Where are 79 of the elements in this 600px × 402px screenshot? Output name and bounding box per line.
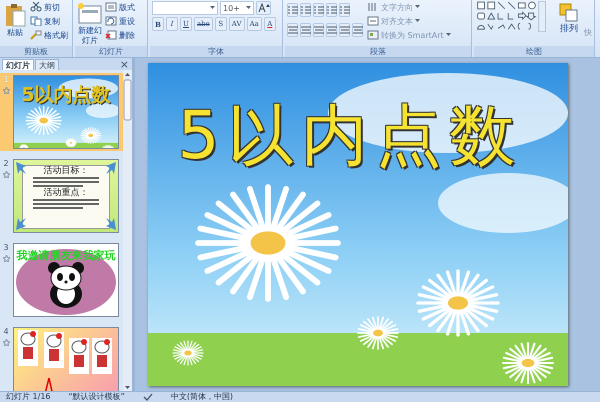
animation-star-icon [2, 87, 10, 94]
group-label: 字体 [150, 46, 282, 57]
cut-button[interactable]: 剪切 [29, 1, 69, 13]
increase-indent-icon [326, 5, 338, 15]
slide-number: 2 [3, 159, 9, 168]
slide-number: 1 [3, 75, 9, 84]
format-painter-button[interactable]: 格式刷 [29, 29, 69, 41]
align-left-button[interactable] [287, 23, 298, 37]
distribute-icon [338, 25, 350, 35]
panel-tab[interactable]: 大纲 [35, 59, 59, 70]
increase-indent-button[interactable] [326, 3, 337, 17]
delete-button[interactable]: 删除 [104, 29, 136, 41]
thumbnail-heading: 活动目标： [44, 166, 88, 176]
shapes-stack-icon [558, 2, 580, 24]
group-label: 幻灯片 [75, 46, 147, 57]
slide-thumbnail-row[interactable]: 4 [0, 325, 123, 391]
layout-icon [105, 2, 117, 12]
copy-button[interactable]: 复制 [29, 15, 69, 27]
paste-button[interactable]: 粘贴 [2, 1, 28, 39]
quick-styles-label: 快 [584, 27, 592, 38]
animation-star-icon [2, 339, 10, 346]
dropdown-arrow-icon [446, 33, 451, 37]
slide-thumbnail-row[interactable]: 2 活动目标： 活动重点： [0, 157, 123, 235]
new-slide-button[interactable]: 新建幻灯片 [77, 1, 103, 46]
font-size-field[interactable]: 10+ [220, 1, 254, 15]
align-text-icon [367, 16, 379, 26]
line-spacing-icon [338, 5, 350, 15]
justify-icon [326, 25, 338, 35]
slide-thumbnail[interactable]: 活动目标： 活动重点： [13, 159, 119, 233]
numbering-icon [300, 5, 312, 15]
numbering-button[interactable] [300, 3, 311, 17]
bullets-button[interactable] [287, 3, 298, 17]
delete-icon [105, 30, 117, 40]
reset-icon [105, 16, 117, 26]
layout-button[interactable]: 版式 [104, 1, 136, 13]
group-label: 段落 [285, 46, 471, 57]
animation-star-icon [2, 255, 10, 262]
decrease-indent-button[interactable] [313, 3, 324, 17]
center-button[interactable] [300, 23, 311, 37]
language-label: 中文(简体，中国) [170, 392, 234, 402]
font-name-field[interactable] [152, 1, 218, 15]
slide-number: 4 [3, 327, 9, 336]
clipboard-icon [3, 2, 27, 28]
close-button[interactable]: × [116, 59, 132, 70]
columns-button[interactable] [352, 23, 363, 37]
slide-number: 3 [3, 243, 9, 252]
dropdown-arrow-icon [210, 6, 215, 10]
dropdown-arrow-icon [415, 19, 420, 23]
text-lines-drawing [31, 198, 101, 210]
line-spacing-button[interactable] [339, 3, 350, 17]
center-icon [300, 25, 312, 35]
panel-tab[interactable]: 幻灯片 [2, 59, 34, 70]
scissors-icon [30, 2, 42, 12]
bullets-icon [286, 5, 298, 15]
new-slide-icon [77, 2, 103, 26]
group-label: 剪贴板 [0, 46, 72, 57]
justify-button[interactable] [326, 23, 337, 37]
slide-counter: 幻灯片 1/16 [6, 392, 51, 402]
dropdown-arrow-icon [246, 6, 251, 10]
dropdown-arrow-icon [415, 5, 420, 9]
align-right-icon [312, 25, 324, 35]
text-lines-drawing [31, 176, 101, 188]
arrange-button[interactable]: 排列 [557, 1, 581, 35]
align-left-icon [286, 25, 298, 35]
thumbnail-heading: 活动重点： [44, 188, 88, 198]
copy-icon [30, 16, 42, 26]
grow-font-icon [258, 3, 270, 13]
reset-button[interactable]: 重设 [104, 15, 136, 27]
spelling-check-icon [142, 393, 153, 401]
align-right-button[interactable] [313, 23, 324, 37]
decrease-indent-icon [312, 5, 324, 15]
smartart-icon [367, 30, 379, 40]
theme-name: “默认设计模板” [68, 392, 125, 402]
group-label: 绘图 [474, 46, 594, 57]
paintbrush-icon [30, 30, 42, 40]
columns-icon [352, 25, 364, 35]
grow-font-button[interactable] [256, 1, 271, 15]
distribute-button[interactable] [339, 23, 350, 37]
animation-star-icon [2, 171, 10, 178]
